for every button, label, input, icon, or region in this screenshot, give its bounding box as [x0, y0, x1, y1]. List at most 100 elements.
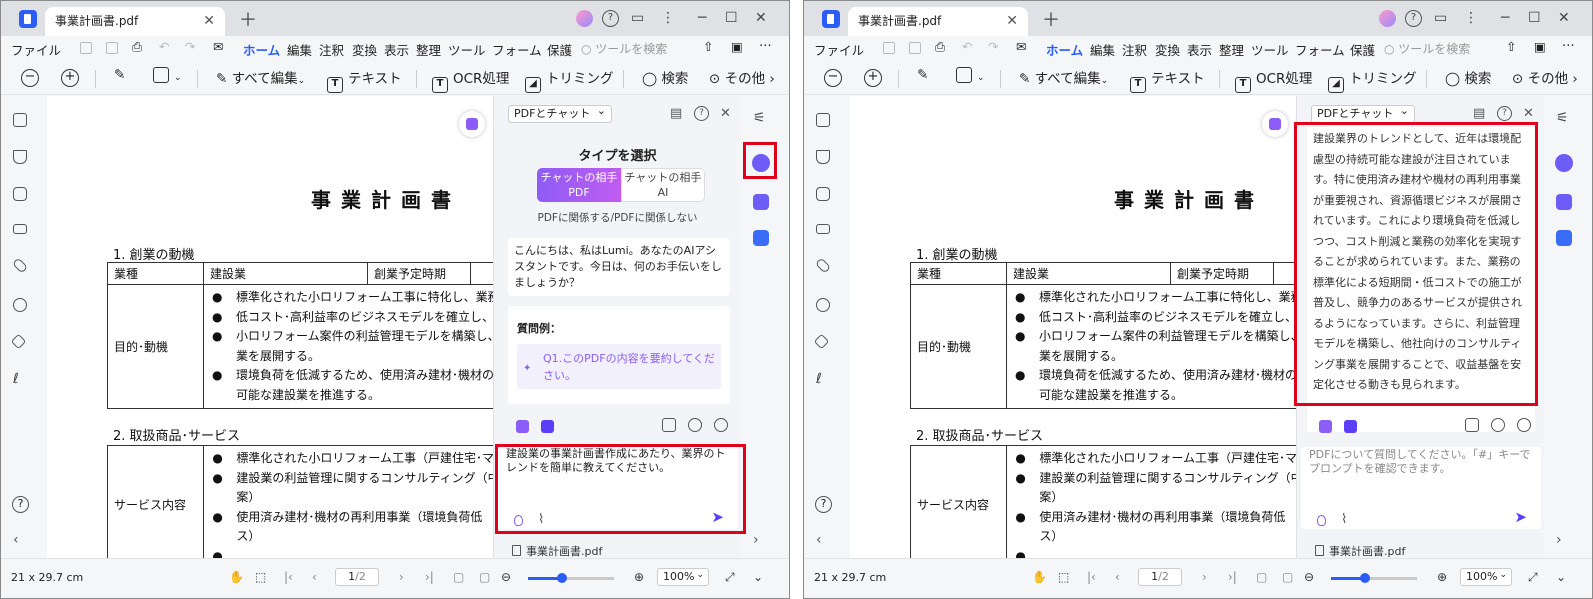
scroll-down-icon[interactable]: ⌄	[1556, 570, 1566, 584]
collapse-right-icon[interactable]: ›	[753, 532, 769, 548]
zoom-select[interactable]: 100% ⌄	[1460, 568, 1512, 586]
ocr-button[interactable]: T OCR処理	[432, 67, 509, 93]
zoom-slider-knob[interactable]	[557, 573, 568, 583]
menu-edit[interactable]: 編集	[1090, 40, 1115, 59]
translate-icon[interactable]	[1344, 420, 1357, 433]
feedback-icon[interactable]: ▭	[631, 10, 644, 27]
attach-icon[interactable]: ⌇	[538, 513, 544, 527]
highlighter-icon[interactable]: ✎	[917, 67, 928, 83]
new-tab-icon[interactable]: ＋	[239, 6, 257, 32]
hand-tool-icon[interactable]: ✋	[229, 570, 244, 584]
fit-width-icon[interactable]: ▢	[479, 570, 490, 584]
properties-icon[interactable]: ⚟	[1556, 110, 1572, 126]
upload-icon[interactable]: ⇧	[703, 39, 713, 54]
print-icon[interactable]: ⎙	[935, 39, 945, 55]
document-tab[interactable]: 事業計画書.pdf ✕	[848, 7, 1028, 36]
export-chat-icon[interactable]	[662, 418, 676, 432]
more-button[interactable]: ⊙ その他 ›	[1512, 67, 1578, 87]
overflow-icon[interactable]: ⋯	[1562, 37, 1575, 52]
zoom-slider[interactable]	[1331, 573, 1417, 583]
send-icon[interactable]: ➤	[1514, 510, 1527, 525]
menu-form[interactable]: フォーム	[492, 40, 542, 59]
crop-button[interactable]: ◢ トリミング	[1328, 67, 1417, 93]
zoom-out-small-icon[interactable]: ⊖	[1304, 570, 1314, 584]
close-window-icon[interactable]: ✕	[755, 10, 767, 27]
zoom-in-small-icon[interactable]: ⊕	[1437, 570, 1447, 584]
chat-with-ai-toggle[interactable]: チャットの相手 AI	[621, 168, 705, 202]
chat-input[interactable]: PDFについて質問してください。「#」キーでプロンプトを確認できます。 ⌇ ➤	[1301, 447, 1541, 529]
attachment-icon[interactable]	[11, 257, 29, 274]
menu-edit[interactable]: 編集	[287, 40, 312, 59]
page-input[interactable]: 1/2	[335, 568, 379, 586]
help-icon[interactable]: ?	[602, 10, 619, 27]
tool-search[interactable]: ○ ツールを検索	[581, 40, 667, 57]
checklist-icon[interactable]	[753, 230, 769, 246]
fit-width-icon[interactable]: ▢	[1282, 570, 1293, 584]
help-icon[interactable]: ?	[1405, 10, 1422, 27]
avatar[interactable]	[1379, 10, 1396, 27]
attachment-icon[interactable]	[814, 257, 832, 274]
print-icon[interactable]: ⎙	[132, 39, 142, 55]
history-icon[interactable]	[1491, 418, 1505, 432]
zoom-in-small-icon[interactable]: ⊕	[634, 570, 644, 584]
scroll-down-icon[interactable]: ⌄	[753, 570, 763, 584]
close-window-icon[interactable]: ✕	[1558, 10, 1570, 27]
export-chat-icon[interactable]	[1465, 418, 1479, 432]
settings-icon[interactable]	[1517, 418, 1531, 432]
menu-tools[interactable]: ツール	[1251, 40, 1289, 59]
page-thumbnail-icon[interactable]	[816, 113, 830, 127]
mode-dropdown[interactable]: PDFとチャット	[1311, 103, 1415, 123]
ocr-button[interactable]: T OCR処理	[1235, 67, 1312, 93]
crop-button[interactable]: ◢ トリミング	[525, 67, 614, 93]
tool-search[interactable]: ○ ツールを検索	[1384, 40, 1470, 57]
send-icon[interactable]: ➤	[711, 510, 724, 525]
page-input[interactable]: 1/2	[1138, 568, 1182, 586]
window-icon[interactable]: ▣	[1534, 39, 1546, 54]
more-vertical-icon[interactable]: ⋮	[1464, 10, 1478, 27]
menu-convert[interactable]: 変換	[352, 40, 377, 59]
shape-tool[interactable]: ⌄	[153, 67, 182, 84]
text-button[interactable]: T テキスト	[1130, 67, 1205, 93]
prev-page-icon[interactable]: ‹	[312, 570, 317, 584]
highlighter-icon[interactable]: ✎	[114, 67, 125, 83]
zoom-select[interactable]: 100% ⌄	[657, 568, 709, 586]
menu-annotate[interactable]: 注釈	[319, 40, 344, 59]
layers-icon[interactable]	[813, 333, 830, 350]
page-thumbnail-icon[interactable]	[13, 113, 27, 127]
window-icon[interactable]: ▣	[731, 39, 743, 54]
menu-convert[interactable]: 変換	[1155, 40, 1180, 59]
help-circle-icon[interactable]: ?	[12, 496, 29, 513]
select-tool-icon[interactable]: ⬚	[255, 570, 266, 584]
close-panel-icon[interactable]: ✕	[1523, 106, 1534, 121]
tab-close-icon[interactable]: ✕	[1006, 7, 1018, 35]
menu-home[interactable]: ホーム	[243, 40, 281, 64]
mail-icon[interactable]: ✉	[213, 39, 223, 54]
bookmark-icon[interactable]	[13, 150, 27, 164]
settings-icon[interactable]	[714, 418, 728, 432]
ai-robot-icon[interactable]	[752, 154, 770, 172]
menu-home[interactable]: ホーム	[1046, 40, 1084, 64]
minimize-icon[interactable]: ─	[1501, 10, 1509, 27]
translate-side-icon[interactable]	[753, 194, 769, 210]
zoom-out-icon[interactable]: −	[824, 69, 842, 87]
zoom-out-icon[interactable]: −	[21, 69, 39, 87]
search-button[interactable]: ◯ 検索	[642, 67, 688, 87]
search-button[interactable]: ◯ 検索	[1445, 67, 1491, 87]
shape-tool[interactable]: ⌄	[956, 67, 985, 84]
menu-view[interactable]: 表示	[1187, 40, 1212, 59]
pdf-chat-icon[interactable]	[1319, 420, 1332, 433]
zoom-in-icon[interactable]: +	[61, 69, 79, 87]
chat-input[interactable]: 建設業の事業計画書作成にあたり、業界のトレンドを簡単に教えてください。 ⌇ ➤	[498, 447, 738, 529]
edit-all-button[interactable]: ✎ すべて編集⌄	[1019, 67, 1108, 87]
search-sidebar-icon[interactable]	[13, 298, 27, 312]
more-vertical-icon[interactable]: ⋮	[661, 10, 675, 27]
text-button[interactable]: T テキスト	[327, 67, 402, 93]
layers-list-icon[interactable]	[13, 224, 27, 234]
overflow-icon[interactable]: ⋯	[759, 37, 772, 52]
translate-icon[interactable]	[541, 420, 554, 433]
history-icon[interactable]	[688, 418, 702, 432]
document-tab[interactable]: 事業計画書.pdf ✕	[45, 7, 225, 36]
collapse-right-icon[interactable]: ›	[1556, 532, 1572, 548]
zoom-out-small-icon[interactable]: ⊖	[501, 570, 511, 584]
minimize-icon[interactable]: ─	[698, 10, 706, 27]
